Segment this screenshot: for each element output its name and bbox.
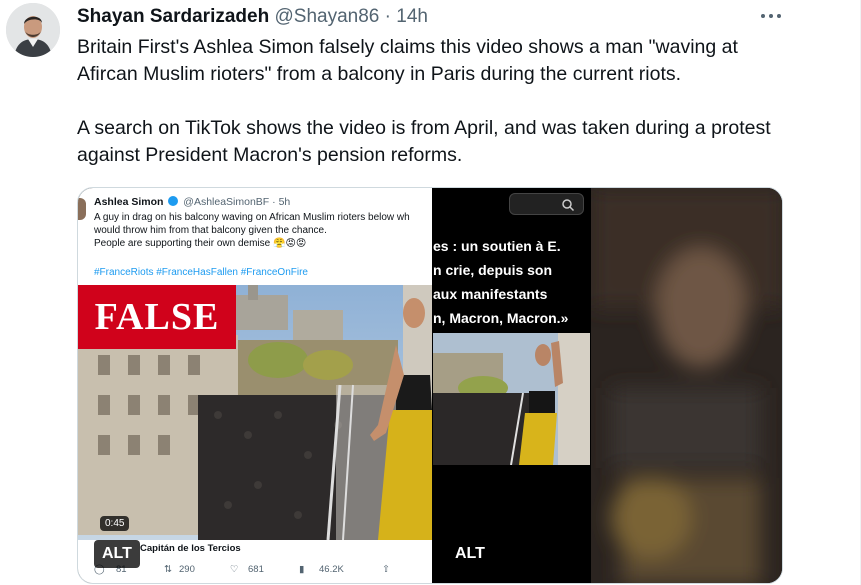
like-count: 681 — [248, 564, 264, 575]
tiktok-search-bar — [509, 193, 584, 215]
embedded-tweet-header: Ashlea Simon @AshleaSimonBF · 5h — [94, 196, 290, 208]
video-duration: 0:45 — [100, 516, 130, 531]
verified-badge-icon — [168, 196, 179, 206]
tiktok-caption-overlay: es : un soutien à E. n crie, depuis son … — [433, 234, 590, 330]
embedded-author-name: Ashlea Simon — [94, 196, 164, 208]
tiktok-video-frame — [433, 333, 590, 465]
reply-author-name: Capitán de los Tercios — [140, 543, 241, 554]
author-handle[interactable]: @Shayan86 — [274, 6, 379, 27]
embedded-line: A guy in drag on his balcony waving on A… — [94, 212, 410, 223]
embedded-line: would throw him from that balcony given … — [94, 225, 327, 236]
tweet-timestamp[interactable]: 14h — [396, 6, 428, 27]
embedded-tweet-time: · 5h — [272, 196, 291, 208]
caption-line: n, Macron, Macron.» — [433, 310, 569, 326]
views-count: 46.2K — [319, 564, 344, 575]
more-options-icon[interactable] — [760, 6, 786, 26]
media-image-3[interactable] — [591, 188, 782, 583]
media-image-1[interactable]: Ashlea Simon @AshleaSimonBF · 5h A guy i… — [78, 188, 432, 583]
tweet-text: Britain First's Ashlea Simon falsely cla… — [77, 34, 797, 169]
embedded-author-handle: @AshleaSimonBF — [183, 196, 270, 208]
search-icon — [562, 199, 575, 212]
alt-text-button[interactable]: ALT — [447, 540, 493, 568]
like-icon: ♡ — [230, 564, 239, 575]
share-icon: ⇧ — [382, 564, 390, 575]
retweet-count: 290 — [179, 564, 195, 575]
retweet-icon: ⇅ — [164, 564, 172, 575]
media-grid: Ashlea Simon @AshleaSimonBF · 5h A guy i… — [77, 187, 783, 584]
embedded-line: People are supporting their own demise 😤… — [94, 238, 307, 249]
caption-line: aux manifestants — [433, 286, 548, 302]
tweet-paragraph: A search on TikTok shows the video is fr… — [77, 117, 771, 166]
caption-line: n crie, depuis son — [433, 262, 553, 278]
embedded-tweet-text: A guy in drag on his balcony waving on A… — [94, 211, 432, 250]
author-name[interactable]: Shayan Sardarizadeh — [77, 6, 269, 27]
tweet-header: Shayan Sardarizadeh @Shayan86 · 14h — [77, 5, 428, 29]
author-avatar[interactable] — [6, 3, 60, 57]
tweet-paragraph: Britain First's Ashlea Simon falsely cla… — [77, 36, 738, 85]
tweet-card[interactable]: Shayan Sardarizadeh @Shayan86 · 14h Brit… — [0, 0, 861, 585]
false-label: FALSE — [78, 285, 236, 349]
caption-line: es : un soutien à E. — [433, 238, 561, 254]
embedded-avatar — [78, 198, 86, 220]
alt-text-button[interactable]: ALT — [94, 540, 140, 568]
views-icon: ▮ — [299, 564, 305, 575]
separator-dot: · — [384, 6, 391, 27]
media-image-2[interactable]: es : un soutien à E. n crie, depuis son … — [433, 188, 590, 583]
embedded-hashtags: #FranceRiots #FranceHasFallen #FranceOnF… — [94, 267, 308, 278]
